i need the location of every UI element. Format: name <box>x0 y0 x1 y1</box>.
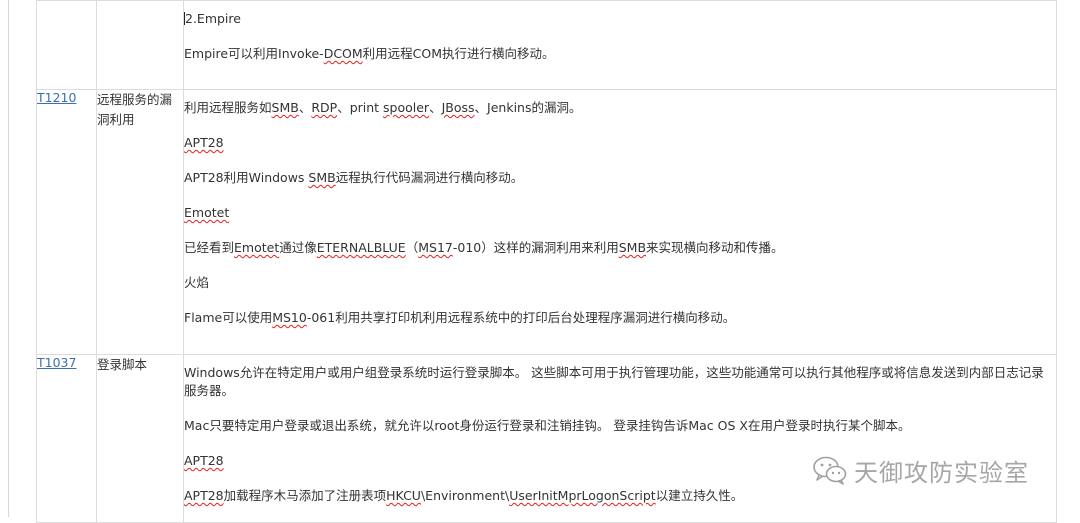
description-paragraph: 利用远程服务如SMB、RDP、print spooler、JBoss、Jenki… <box>184 99 1056 117</box>
watermark-text: 天御攻防实验室 <box>854 458 1029 487</box>
description-paragraph: APT28利用Windows SMB远程执行代码漏洞进行横向移动。 <box>184 169 1056 187</box>
spellcheck-flagged-word: MS10 <box>272 310 307 325</box>
watermark: 天御攻防实验室 <box>812 450 1029 490</box>
text-run: Flame可以使用 <box>184 310 273 325</box>
description-paragraph: 火焰 <box>184 274 1056 292</box>
description-paragraph: Emotet <box>184 204 1056 222</box>
technique-description-cell: 2.Empire Empire可以利用Invoke-DCOM利用远程COM执行进行… <box>183 0 1057 90</box>
table-row: T1037 登录脚本 Windows允许在特定用户或用户组登录系统时运行登录脚本… <box>36 354 1057 523</box>
wechat-icon <box>813 456 847 485</box>
text-run: Empire可以利用Invoke- <box>184 46 324 61</box>
table-row: 2.Empire Empire可以利用Invoke-DCOM利用远程COM执行进行… <box>36 0 1057 90</box>
technique-id-cell <box>36 0 97 90</box>
text-run: 火焰 <box>184 275 210 290</box>
text-run: 已经看到 <box>184 240 235 255</box>
description-paragraph: 2.Empire <box>184 10 1056 28</box>
text-run: 2.Empire <box>185 11 241 26</box>
text-run: 利用远程COM执行进行横向移动。 <box>362 46 555 61</box>
spellcheck-flagged-word: SMB <box>618 240 647 255</box>
description-paragraph: Mac只要特定用户登录或退出系统，就允许以root身份运行登录和注销挂钩。 登录… <box>184 417 1056 435</box>
technique-description-cell: Windows允许在特定用户或用户组登录系统时运行登录脚本。 这些脚本可用于执行… <box>183 354 1057 523</box>
technique-name-cell: 登录脚本 <box>96 354 184 523</box>
text-run: 、print <box>337 100 384 115</box>
spellcheck-flagged-word: APT28 <box>184 488 224 503</box>
text-run: 、 <box>429 100 442 115</box>
technique-name-cell: 远程服务的漏洞利用 <box>96 89 184 355</box>
description-paragraph: 已经看到Emotet通过像ETERNALBLUE（MS17-010）这样的漏洞利… <box>184 239 1056 257</box>
spellcheck-flagged-word: spooler <box>383 100 430 115</box>
text-run: -010）这样的漏洞利用来利用 <box>452 240 619 255</box>
text-run: 利用远程服务如 <box>184 100 272 115</box>
text-run: 以建立持久性。 <box>655 488 744 503</box>
page-left-border <box>8 0 9 517</box>
description-paragraph: Flame可以使用MS10-061利用共享打印机利用远程系统中的打印后台处理程序… <box>184 309 1056 327</box>
text-run: 加载程序木马添加了注册表项 <box>223 488 387 503</box>
technique-id-link[interactable]: T1210 <box>37 90 76 105</box>
text-run: 来实现横向移动和传播。 <box>646 240 784 255</box>
spellcheck-flagged-word: APT28 <box>184 135 224 150</box>
text-run: 、 <box>298 100 312 115</box>
spellcheck-flagged-word: APT28 <box>184 453 224 468</box>
description-paragraph: Windows允许在特定用户或用户组登录系统时运行登录脚本。 这些脚本可用于执行… <box>184 364 1056 400</box>
technique-description-cell: 利用远程服务如SMB、RDP、print spooler、JBoss、Jenki… <box>183 89 1057 355</box>
text-run: \Environment\ <box>420 488 510 503</box>
spellcheck-flagged-word: SMB <box>271 100 299 115</box>
text-run: 、Jenkins的漏洞。 <box>474 100 582 115</box>
spellcheck-flagged-word: MS17 <box>418 240 453 255</box>
technique-table: 2.Empire Empire可以利用Invoke-DCOM利用远程COM执行进行… <box>36 0 1057 523</box>
spellcheck-flagged-word: Emotet <box>184 205 230 220</box>
description-paragraph: Empire可以利用Invoke-DCOM利用远程COM执行进行横向移动。 <box>184 45 1056 63</box>
spellcheck-flagged-word: HKCU <box>386 488 421 503</box>
description-paragraph: APT28 <box>184 134 1056 152</box>
table-row: T1210 远程服务的漏洞利用 利用远程服务如SMB、RDP、print spo… <box>36 89 1057 355</box>
spellcheck-flagged-word: JBoss <box>441 100 475 115</box>
text-run: 通过像 <box>279 240 317 255</box>
spellcheck-flagged-word: DCOM <box>323 46 363 61</box>
text-run: APT28利用Windows <box>184 170 309 185</box>
spellcheck-flagged-word: ETERNALBLUE <box>316 240 406 255</box>
text-run: 远程执行代码漏洞进行横向移动。 <box>335 170 524 185</box>
spellcheck-flagged-word: SMB <box>308 170 336 185</box>
spellcheck-flagged-word: Emotet <box>234 240 280 255</box>
technique-id-cell: T1037 <box>36 354 97 523</box>
technique-name-cell <box>96 0 184 90</box>
text-run: Windows允许在特定用户或用户组登录系统时运行登录脚本。 这些脚本可用于执行… <box>184 365 1044 398</box>
spellcheck-flagged-word: UserInitMprLogonScript <box>509 488 656 503</box>
text-run: Mac只要特定用户登录或退出系统，就允许以root身份运行登录和注销挂钩。 登录… <box>184 418 911 433</box>
technique-id-link[interactable]: T1037 <box>37 355 76 370</box>
text-run: （ <box>405 240 419 255</box>
spellcheck-flagged-word: RDP <box>311 100 338 115</box>
technique-id-cell: T1210 <box>36 89 97 355</box>
text-run: -061利用共享打印机利用远程系统中的打印后台处理程序漏洞进行横向移动。 <box>306 310 736 325</box>
